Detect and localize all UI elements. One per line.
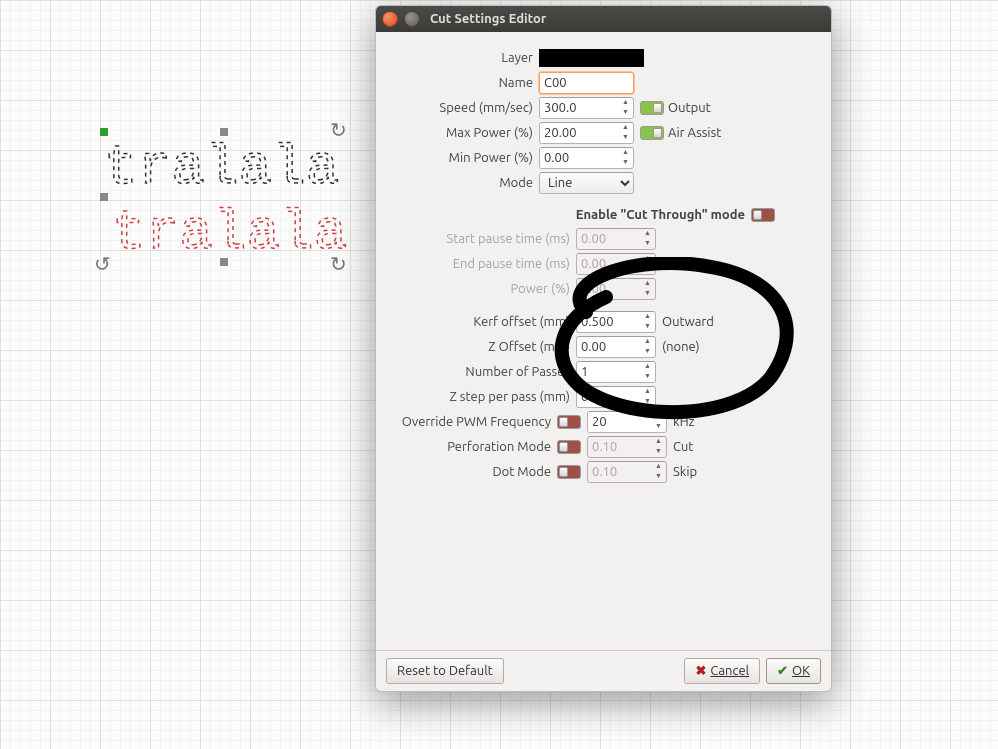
- name-input[interactable]: [539, 72, 634, 94]
- output-label: Output: [668, 101, 711, 115]
- spinner-icon[interactable]: ▲▼: [641, 362, 654, 382]
- window-minimize-icon[interactable]: [404, 11, 420, 27]
- dotmode-toggle[interactable]: [557, 465, 581, 479]
- spinner-icon: ▲▼: [652, 462, 665, 482]
- airassist-toggle[interactable]: [640, 126, 664, 140]
- mode-select[interactable]: Line: [539, 172, 634, 194]
- spinner-icon[interactable]: ▲▼: [641, 387, 654, 407]
- start-pause-label: Start pause time (ms): [388, 232, 576, 246]
- zoffset-label: Z Offset (mm): [388, 340, 576, 354]
- svg-text:tralala: tralala: [112, 201, 347, 265]
- spinner-icon: ▲▼: [641, 229, 654, 249]
- dialog-form: Layer Name Speed (mm/sec) ▲▼ Output Max …: [376, 32, 831, 650]
- speed-label: Speed (mm/sec): [388, 101, 539, 115]
- mode-label: Mode: [388, 176, 539, 190]
- minpower-label: Min Power (%): [388, 151, 539, 165]
- perforation-toggle[interactable]: [557, 440, 581, 454]
- ok-button[interactable]: ✔OK: [766, 658, 821, 684]
- dialog-titlebar[interactable]: Cut Settings Editor: [376, 6, 831, 32]
- zoffset-note: (none): [662, 340, 700, 354]
- spinner-icon: ▲▼: [641, 254, 654, 274]
- reset-button[interactable]: Reset to Default: [386, 658, 504, 684]
- perforation-label: Perforation Mode: [388, 440, 557, 454]
- name-label: Name: [388, 76, 539, 90]
- spinner-icon[interactable]: ▲▼: [619, 98, 632, 118]
- spinner-icon[interactable]: ▲▼: [619, 148, 632, 168]
- spinner-icon: ▲▼: [641, 279, 654, 299]
- pwm-label: Override PWM Frequency: [388, 415, 557, 429]
- text-objects[interactable]: tralala tralala: [104, 128, 364, 278]
- layer-label: Layer: [388, 51, 539, 65]
- spinner-icon[interactable]: ▲▼: [641, 337, 654, 357]
- dotmode-label: Dot Mode: [388, 465, 557, 479]
- kerf-label: Kerf offset (mm): [388, 315, 576, 329]
- passes-label: Number of Passes: [388, 365, 576, 379]
- dialog-title: Cut Settings Editor: [430, 12, 546, 26]
- end-pause-label: End pause time (ms): [388, 257, 576, 271]
- ct-power-label: Power (%): [388, 282, 576, 296]
- dialog-footer: Reset to Default ✖Cancel ✔OK: [376, 650, 831, 691]
- cancel-icon: ✖: [695, 664, 706, 679]
- ok-icon: ✔: [777, 664, 788, 679]
- kerf-direction: Outward: [662, 315, 714, 329]
- window-close-icon[interactable]: [382, 11, 398, 27]
- zstep-label: Z step per pass (mm): [388, 390, 576, 404]
- cutthrough-toggle[interactable]: [751, 208, 775, 222]
- maxpower-label: Max Power (%): [388, 126, 539, 140]
- airassist-label: Air Assist: [668, 126, 721, 140]
- pwm-toggle[interactable]: [557, 415, 581, 429]
- spinner-icon[interactable]: ▲▼: [641, 312, 654, 332]
- cut-settings-dialog: Cut Settings Editor Layer Name Speed (mm…: [375, 5, 832, 692]
- pwm-unit: kHz: [673, 415, 695, 429]
- layer-color-swatch[interactable]: [539, 49, 644, 67]
- output-toggle[interactable]: [640, 101, 664, 115]
- spinner-icon[interactable]: ▲▼: [652, 412, 665, 432]
- cancel-button[interactable]: ✖Cancel: [684, 658, 760, 684]
- perforation-unit: Cut: [673, 440, 693, 454]
- cutthrough-header: Enable "Cut Through" mode: [576, 208, 745, 222]
- dotmode-unit: Skip: [673, 465, 697, 479]
- svg-text:tralala: tralala: [104, 136, 339, 200]
- spinner-icon: ▲▼: [652, 437, 665, 457]
- spinner-icon[interactable]: ▲▼: [619, 123, 632, 143]
